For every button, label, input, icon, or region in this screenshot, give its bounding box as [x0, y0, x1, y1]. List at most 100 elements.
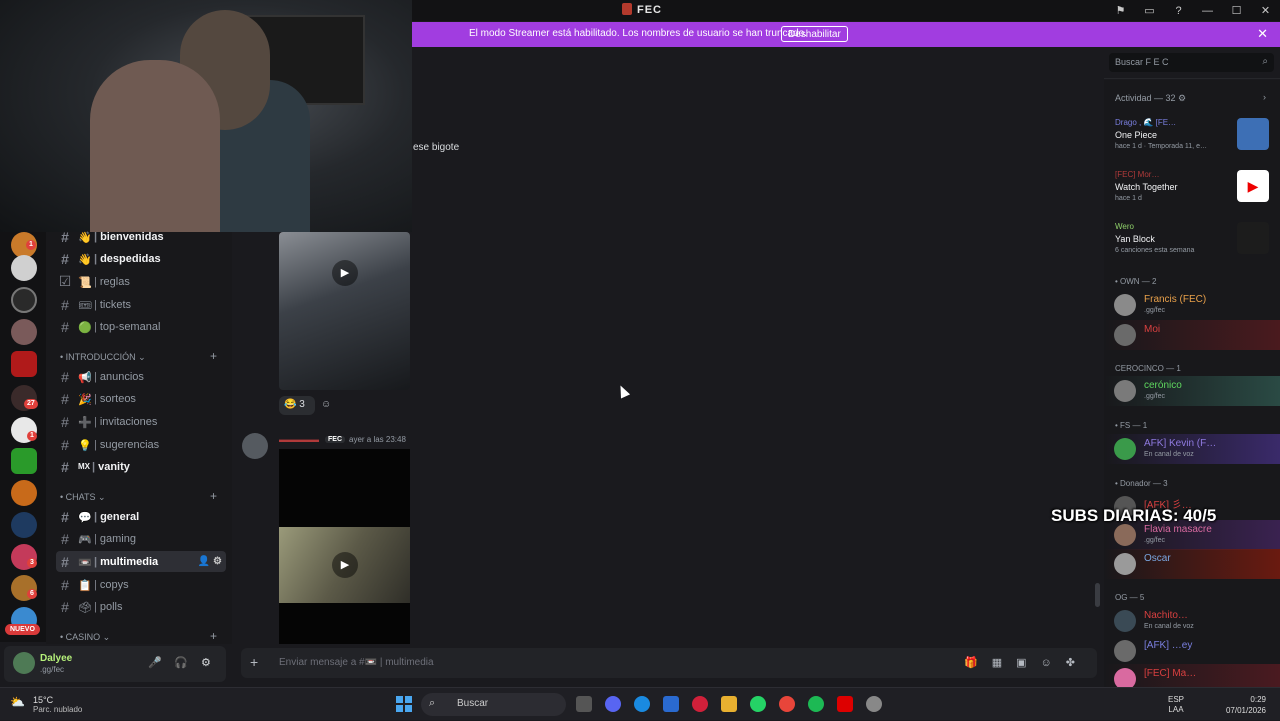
- channel-item-invitaciones[interactable]: # ➕ | invitaciones: [56, 411, 226, 432]
- hash-icon: #: [61, 368, 69, 385]
- video-attachment[interactable]: ▶: [279, 449, 410, 644]
- video-attachment[interactable]: ▶: [279, 232, 410, 390]
- banner-close-icon[interactable]: ✕: [1257, 26, 1268, 42]
- add-attachment-icon[interactable]: +: [250, 654, 258, 670]
- channel-item-tickets[interactable]: # 🎟 | tickets: [56, 294, 226, 315]
- timestamp: ayer a las 23:48: [349, 435, 406, 444]
- inbox-icon[interactable]: ⚑: [1106, 4, 1135, 17]
- category-introduccion[interactable]: • INTRODUCCIÓN ⌄ +: [60, 349, 217, 363]
- member-item[interactable]: Francis (FEC) .gg/fec: [1104, 290, 1280, 320]
- headphones-icon[interactable]: 🎧: [174, 656, 188, 669]
- chrome-icon[interactable]: [779, 696, 795, 712]
- disable-button[interactable]: Deshabilitar: [781, 26, 848, 42]
- server-icon[interactable]: [11, 448, 37, 474]
- start-icon[interactable]: [396, 696, 412, 712]
- member-item[interactable]: AFK] Kevin (F… En canal de voz: [1104, 434, 1280, 464]
- add-reaction-icon[interactable]: ☺: [321, 399, 331, 410]
- author-name[interactable]: ▬▬▬▬▬: [279, 435, 319, 444]
- channel-item-vanity[interactable]: # MX | vanity: [56, 456, 226, 477]
- channel-item-anuncios[interactable]: # 📢 | anuncios: [56, 366, 226, 387]
- server-icon[interactable]: [11, 351, 37, 377]
- add-channel-icon[interactable]: +: [210, 489, 217, 503]
- avatar[interactable]: [242, 433, 268, 459]
- whatsapp-icon[interactable]: [750, 696, 766, 712]
- category-chats[interactable]: • CHATS ⌄ +: [60, 489, 217, 503]
- composer-tools[interactable]: 🎁▦▣☺✤: [964, 656, 1089, 669]
- avatar: [1114, 524, 1136, 546]
- activity-card[interactable]: Drago , 🌊 [FE… One Piece hace 1 d · Temp…: [1107, 116, 1275, 162]
- member-item[interactable]: [FEC] Ma…: [1104, 664, 1280, 687]
- channel-item-multimedia[interactable]: # 📼 | multimedia 👤 ⚙: [56, 551, 226, 572]
- maximize-button[interactable]: ☐: [1222, 4, 1251, 17]
- search-input[interactable]: Buscar F E C ⌕: [1109, 53, 1274, 72]
- play-icon[interactable]: ▶: [332, 552, 358, 578]
- channel-item-gaming[interactable]: # 🎮 | gaming: [56, 528, 226, 549]
- channel-item-despedidas[interactable]: # 👋 | despedidas: [56, 248, 226, 269]
- server-icon[interactable]: [11, 287, 37, 313]
- app-icon[interactable]: [837, 696, 853, 712]
- username: Dalyee: [40, 653, 73, 664]
- taskbar-search[interactable]: ⌕ Buscar: [421, 693, 566, 716]
- chevron-right-icon[interactable]: ›: [1263, 92, 1266, 102]
- app-icon[interactable]: [866, 696, 882, 712]
- hash-icon: #: [61, 530, 69, 547]
- language-indicator[interactable]: ESP LAA: [1168, 695, 1184, 715]
- store-icon[interactable]: [663, 696, 679, 712]
- hash-icon: #: [61, 576, 69, 593]
- add-channel-icon[interactable]: +: [210, 349, 217, 363]
- composer-placeholder: Enviar mensaje a #📼 | multimedia: [279, 657, 434, 668]
- avatar[interactable]: [13, 652, 35, 674]
- scrollbar[interactable]: [1095, 583, 1100, 607]
- clock[interactable]: 0:29 07/01/2026: [1226, 694, 1266, 716]
- folder-icon[interactable]: [721, 696, 737, 712]
- message-header: ▬▬▬▬▬ FEC ayer a las 23:48: [279, 435, 406, 444]
- help-icon[interactable]: ?: [1164, 5, 1193, 17]
- avatar: [1114, 640, 1136, 662]
- channel-item-sugerencias[interactable]: # 💡 | sugerencias: [56, 434, 226, 455]
- opera-icon[interactable]: [692, 696, 708, 712]
- hash-icon: #: [61, 318, 69, 335]
- search-icon: ⌕: [429, 697, 436, 709]
- mention-badge: 1: [27, 431, 37, 441]
- add-channel-icon[interactable]: +: [210, 629, 217, 643]
- channel-item-general[interactable]: # 💬 | general: [56, 506, 226, 527]
- avatar: [1114, 380, 1136, 402]
- server-icon[interactable]: [11, 512, 37, 538]
- server-icon[interactable]: [11, 255, 37, 281]
- task-view-icon[interactable]: [576, 696, 592, 712]
- member-item[interactable]: Oscar: [1104, 549, 1280, 579]
- close-button[interactable]: ✕: [1251, 4, 1280, 17]
- server-icon[interactable]: [11, 319, 37, 345]
- activity-card[interactable]: Wero Yan Block 6 canciones esta semana: [1107, 220, 1275, 266]
- reaction[interactable]: 😂 3: [279, 396, 315, 415]
- play-icon[interactable]: ▶: [332, 260, 358, 286]
- category-casino[interactable]: • CASINO ⌄ +: [60, 629, 217, 643]
- discord-icon[interactable]: [605, 696, 621, 712]
- channel-item-top-semanal[interactable]: # 🟢 | top-semanal: [56, 316, 226, 337]
- member-item[interactable]: Moi: [1104, 320, 1280, 350]
- channel-item-bienvenidas[interactable]: # 👋 | bienvenidas: [56, 226, 226, 247]
- member-group-header: • OWN — 2: [1115, 277, 1157, 286]
- message-composer[interactable]: + Enviar mensaje a #📼 | multimedia 🎁▦▣☺✤: [241, 648, 1097, 678]
- member-item[interactable]: [AFK] …ey: [1104, 636, 1280, 666]
- channel-item-copys[interactable]: # 📋 | copys: [56, 574, 226, 595]
- weather-widget[interactable]: ⛅ 15°C Parc. nublado: [10, 695, 82, 714]
- member-item[interactable]: cerónico .gg/fec: [1104, 376, 1280, 406]
- microphone-icon[interactable]: 🎤: [148, 656, 162, 669]
- message-text: ese bigote: [413, 142, 460, 153]
- activity-thumbnail: [1237, 118, 1269, 150]
- channel-settings-icon[interactable]: 👤 ⚙: [198, 556, 222, 567]
- channel-item-polls[interactable]: # 🗳 | polls: [56, 596, 226, 617]
- activity-card[interactable]: [FEC] Mor… Watch Together hace 1 d ▶: [1107, 168, 1275, 214]
- screen-icon[interactable]: ▭: [1135, 4, 1164, 17]
- member-item[interactable]: Nachito… En canal de voz: [1104, 606, 1280, 636]
- server-icon[interactable]: [11, 480, 37, 506]
- channel-item-sorteos[interactable]: # 🎉 | sorteos: [56, 388, 226, 409]
- server-icon: [622, 3, 632, 15]
- edge-icon[interactable]: [634, 696, 650, 712]
- minimize-button[interactable]: —: [1193, 5, 1222, 17]
- channel-item-reglas[interactable]: ☑ 📜 | reglas: [56, 271, 226, 292]
- spotify-icon[interactable]: [808, 696, 824, 712]
- settings-icon[interactable]: ⚙: [201, 656, 211, 669]
- member-group-header: • Donador — 3: [1115, 479, 1168, 488]
